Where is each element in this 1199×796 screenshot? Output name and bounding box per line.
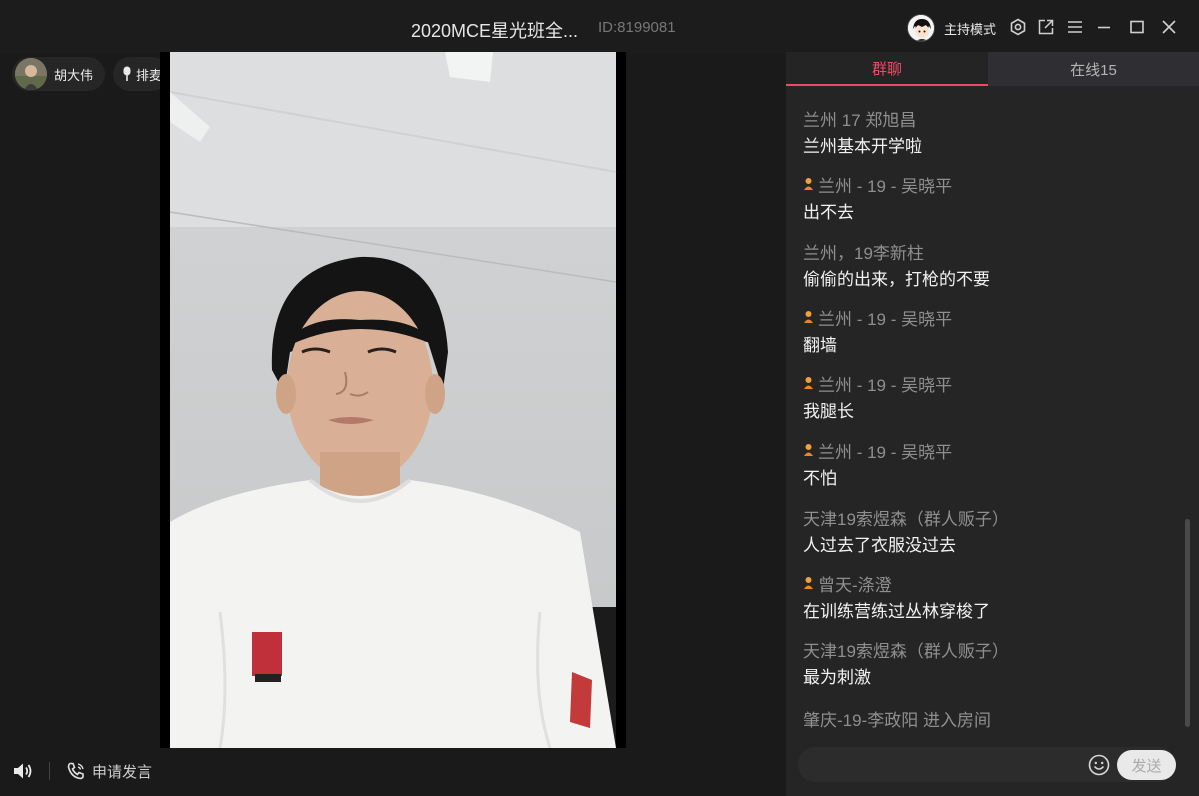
message-header: 兰州 - 19 - 吴晓平 [803,172,1183,196]
message-sender: 天津19索煜森（群人贩子） [803,509,1009,529]
message-sender: 兰州 - 19 - 吴晓平 [818,176,953,196]
divider [49,762,50,780]
menu-icon[interactable] [1064,16,1086,38]
message-sender: 兰州 17 郑旭昌 [803,110,917,130]
emoji-icon[interactable] [1088,754,1110,776]
user-badge-icon [804,377,813,389]
chat-panel: 群聊 在线15 兰州 17 郑旭昌 兰州基本开学啦 兰州 - 19 - 吴晓平 … [786,52,1199,796]
popout-icon[interactable] [1035,16,1057,38]
host-info[interactable]: 胡大伟 [12,57,105,91]
message-text: 出不去 [803,203,854,222]
user-badge-icon [804,444,813,456]
apply-to-speak-label: 申请发言 [92,763,153,781]
chat-message: 兰州 - 19 - 吴晓平 不怕 [803,438,1183,489]
message-text: 最为刺激 [803,668,871,687]
message-text: 偷偷的出来，打枪的不要 [803,270,990,289]
message-sender: 天津19索煜森（群人贩子） [803,641,1009,661]
system-message: 肇庆-19-李政阳 进入房间 [803,711,991,730]
tab-online[interactable]: 在线15 [988,52,1199,86]
message-text: 人过去了衣服没过去 [803,536,956,555]
chat-message: 兰州 - 19 - 吴晓平 翻墙 [803,305,1183,356]
chat-message: 兰州 - 19 - 吴晓平 我腿长 [803,371,1183,422]
chat-scrollbar[interactable] [1185,519,1190,727]
chat-tabs: 群聊 在线15 [786,52,1199,86]
avatar [15,58,47,90]
maximize-icon[interactable] [1126,16,1148,38]
chat-message: 天津19索煜森（群人贩子） 人过去了衣服没过去 [803,505,1183,556]
chat-message: 兰州 17 郑旭昌 兰州基本开学啦 [803,106,1183,157]
chat-message: 兰州 - 19 - 吴晓平 出不去 [803,172,1183,223]
minimize-icon[interactable] [1093,16,1115,38]
speaker-icon[interactable] [12,761,34,781]
user-badge-icon [804,178,813,190]
message-header: 兰州 - 19 - 吴晓平 [803,305,1183,329]
tab-group-chat[interactable]: 群聊 [786,52,988,86]
chat-message: 天津19索煜森（群人贩子） 最为刺激 [803,637,1183,688]
title-bar: 2020MCE星光班全... ID:8199081 主持模式 [0,0,1199,54]
chat-input[interactable] [810,747,1080,782]
room-id: ID:8199081 [598,19,676,36]
message-sender: 兰州，19李新柱 [803,243,924,263]
phone-icon [67,762,84,780]
close-icon[interactable] [1158,16,1180,38]
queue-label: 排麦 [136,67,163,83]
message-text: 在训练营练过丛林穿梭了 [803,602,990,621]
host-mode-label[interactable]: 主持模式 [944,19,996,38]
message-text: 翻墙 [803,336,837,355]
chat-message: 兰州，19李新柱 偷偷的出来，打枪的不要 [803,239,1183,290]
message-sender: 曾天-涤澄 [818,575,892,595]
gear-icon[interactable] [1007,16,1029,38]
message-sender: 兰州 - 19 - 吴晓平 [818,442,953,462]
chat-message: 曾天-涤澄 在训练营练过丛林穿梭了 [803,571,1183,622]
microphone-icon [123,66,131,81]
send-button[interactable]: 发送 [1117,750,1176,780]
message-sender: 兰州 - 19 - 吴晓平 [818,375,953,395]
chat-messages: 兰州 17 郑旭昌 兰州基本开学啦 兰州 - 19 - 吴晓平 出不去 兰州，1… [786,86,1199,786]
message-header: 兰州 - 19 - 吴晓平 [803,438,1183,462]
message-sender: 兰州 - 19 - 吴晓平 [818,309,953,329]
window-title: 2020MCE星光班全... [411,21,579,41]
host-name: 胡大伟 [54,67,94,83]
user-badge-icon [804,311,813,323]
apply-to-speak-button[interactable]: 申请发言 [66,760,152,782]
message-text: 不怕 [803,469,837,488]
message-header: 兰州 - 19 - 吴晓平 [803,371,1183,395]
message-text: 兰州基本开学啦 [803,137,922,156]
video-feed [160,52,626,748]
message-header: 曾天-涤澄 [803,571,1183,595]
user-badge-icon [804,577,813,589]
host-mode-avatar-icon[interactable] [907,14,935,42]
message-text: 我腿长 [803,402,854,421]
